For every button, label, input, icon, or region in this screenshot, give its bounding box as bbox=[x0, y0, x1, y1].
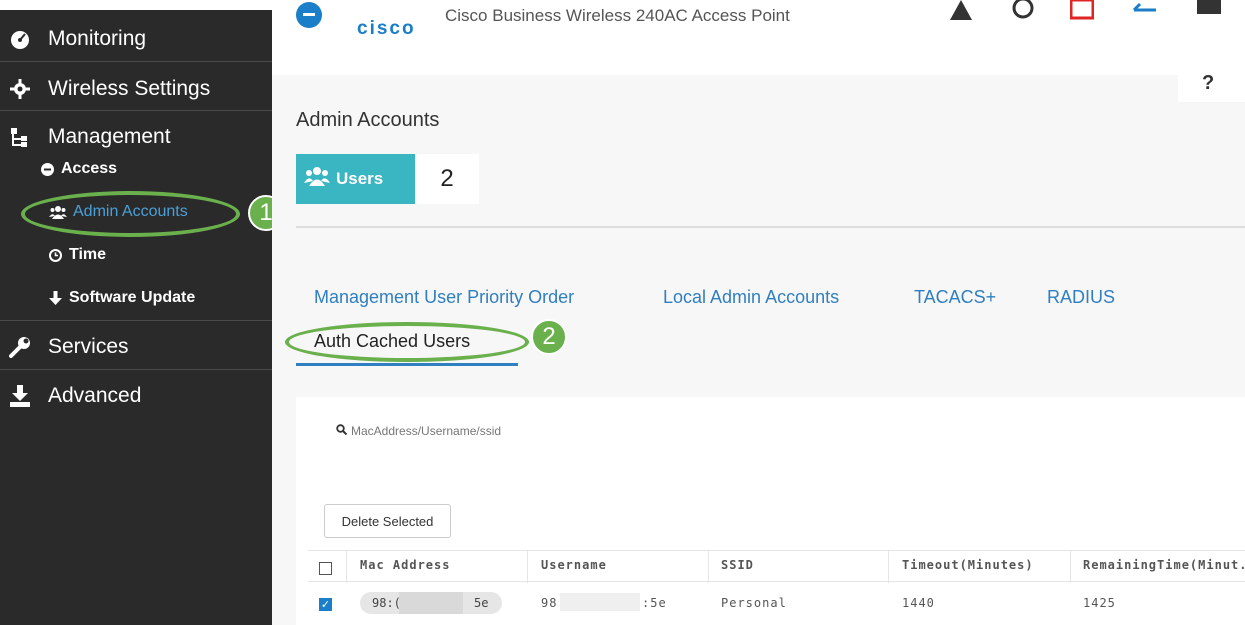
column-divider bbox=[527, 551, 528, 583]
highlight-oval bbox=[285, 322, 529, 362]
save-icon[interactable] bbox=[1070, 0, 1094, 22]
dashboard-icon bbox=[8, 27, 32, 51]
redaction-block bbox=[560, 593, 640, 611]
sidebar-subitem-label: Software Update bbox=[69, 289, 196, 306]
divider bbox=[0, 61, 272, 62]
users-label: Users bbox=[336, 169, 384, 188]
callout-badge: 2 bbox=[531, 319, 567, 355]
tab-management-user-priority-order[interactable]: Management User Priority Order bbox=[314, 287, 574, 308]
download-icon bbox=[8, 384, 32, 408]
delete-selected-button[interactable]: Delete Selected bbox=[324, 504, 451, 538]
divider bbox=[0, 369, 272, 370]
column-header-mac-address[interactable]: Mac Address bbox=[360, 558, 450, 572]
search-icon bbox=[336, 424, 348, 438]
select-all-checkbox[interactable] bbox=[319, 562, 332, 575]
divider bbox=[296, 226, 1245, 228]
sidebar-item-label: Monitoring bbox=[48, 27, 147, 50]
sidebar-item-label: Wireless Settings bbox=[48, 77, 211, 100]
arrow-left-icon[interactable] bbox=[1132, 0, 1158, 22]
app-title: Cisco Business Wireless 240AC Access Poi… bbox=[445, 6, 790, 25]
app-root: { "app": { "logo_text": "cisco", "title"… bbox=[0, 0, 1245, 625]
tab-tacacs[interactable]: TACACS+ bbox=[914, 287, 996, 308]
mail-icon[interactable] bbox=[1196, 0, 1222, 22]
mac-address-end: 5e bbox=[474, 596, 489, 610]
timeout-cell: 1440 bbox=[902, 596, 935, 610]
search-placeholder: MacAddress/Username/ssid bbox=[351, 424, 502, 438]
column-divider bbox=[708, 551, 709, 583]
sitemap-icon bbox=[8, 125, 32, 149]
column-divider bbox=[888, 551, 889, 583]
search-field[interactable]: MacAddress/Username/ssid bbox=[336, 424, 501, 438]
active-tab-underline bbox=[296, 363, 518, 366]
username-end: :5e bbox=[642, 596, 667, 610]
users-count: 2 bbox=[440, 165, 454, 192]
cisco-logo: cisco bbox=[357, 18, 416, 39]
sidebar-item-label: Services bbox=[48, 335, 129, 358]
column-header-ssid[interactable]: SSID bbox=[721, 558, 754, 572]
status-circle-icon[interactable] bbox=[1012, 0, 1034, 22]
help-icon[interactable]: ? bbox=[1202, 72, 1214, 95]
users-icon bbox=[304, 166, 330, 192]
gear-icon bbox=[8, 77, 32, 101]
arrow-down-icon bbox=[46, 291, 64, 305]
sidebar-subitem-access[interactable]: Access bbox=[38, 160, 117, 178]
sidebar-item-monitoring[interactable]: Monitoring bbox=[0, 22, 272, 56]
redaction-block bbox=[399, 592, 463, 614]
column-divider bbox=[346, 551, 347, 583]
menu-icon[interactable] bbox=[296, 2, 322, 28]
tab-local-admin-accounts[interactable]: Local Admin Accounts bbox=[663, 287, 839, 308]
sidebar-subitem-time[interactable]: Time bbox=[46, 246, 106, 264]
mac-address-start: 98:( bbox=[372, 596, 401, 610]
column-divider bbox=[1070, 551, 1071, 583]
sidebar-item-advanced[interactable]: Advanced bbox=[0, 379, 272, 413]
column-header-timeout[interactable]: Timeout(Minutes) bbox=[902, 558, 1034, 572]
clock-icon bbox=[46, 248, 64, 262]
sidebar-item-label: Advanced bbox=[48, 384, 142, 407]
divider bbox=[0, 110, 272, 111]
sidebar-item-services[interactable]: Services bbox=[0, 330, 272, 364]
wrench-icon bbox=[8, 335, 32, 359]
row-checkbox[interactable]: ✓ bbox=[319, 598, 332, 611]
column-header-username[interactable]: Username bbox=[541, 558, 607, 572]
warning-icon[interactable] bbox=[950, 0, 972, 22]
ssid-cell: Personal bbox=[721, 596, 787, 610]
username-start: 98 bbox=[541, 596, 558, 610]
sidebar-subitem-label: Access bbox=[61, 160, 118, 177]
column-header-remaining-time[interactable]: RemainingTime(Minut... bbox=[1083, 558, 1245, 572]
sidebar-subitem-software-update[interactable]: Software Update bbox=[46, 289, 195, 307]
sidebar-subitem-label: Time bbox=[69, 246, 107, 263]
minus-circle-icon bbox=[38, 162, 56, 176]
users-summary-card: Users 2 bbox=[296, 154, 479, 204]
page-title: Admin Accounts bbox=[296, 109, 440, 131]
sidebar-item-management[interactable]: Management bbox=[0, 120, 272, 154]
users-card-header: Users bbox=[296, 154, 415, 204]
tab-radius[interactable]: RADIUS bbox=[1047, 287, 1115, 308]
remaining-time-cell: 1425 bbox=[1083, 596, 1116, 610]
highlight-oval bbox=[21, 191, 240, 237]
divider bbox=[0, 320, 272, 321]
sidebar-item-wireless-settings[interactable]: Wireless Settings bbox=[0, 72, 272, 106]
sidebar-item-label: Management bbox=[48, 125, 171, 148]
